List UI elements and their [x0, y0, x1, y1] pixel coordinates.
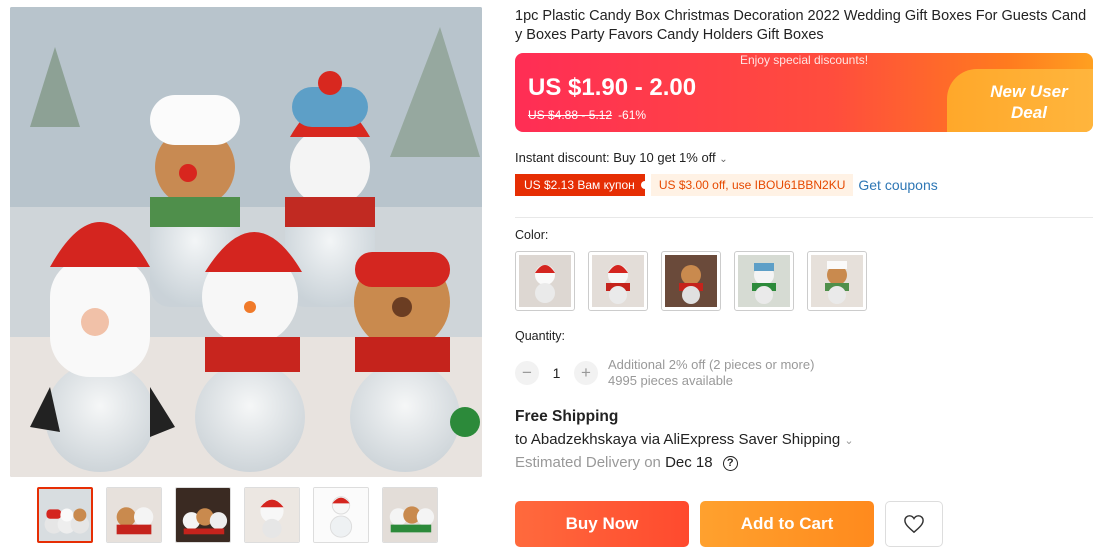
- shipping-line-text: to Abadzekhskaya via AliExpress Saver Sh…: [515, 431, 841, 448]
- quantity-bulk-discount: Additional 2% off (2 pieces or more): [608, 357, 815, 372]
- christmas-candy-jars-photo: [10, 7, 482, 477]
- price-banner: Enjoy special discounts!: [739, 53, 869, 67]
- thumbnail-1[interactable]: [37, 487, 93, 543]
- current-price: US $1.90 - 2.00: [528, 74, 697, 101]
- quantity-plus-button[interactable]: +: [574, 361, 598, 385]
- wishlist-button[interactable]: [885, 501, 943, 547]
- quantity-minus-button[interactable]: −: [515, 361, 539, 385]
- new-user-deal-badge: New User Deal: [947, 69, 1093, 132]
- chevron-down-icon: ⌄: [844, 435, 854, 447]
- thumbnail-6[interactable]: [382, 487, 438, 543]
- price-panel: Enjoy special discounts! US $1.90 - 2.00…: [515, 53, 1093, 132]
- estimated-delivery-label: Estimated Delivery on: [515, 454, 661, 471]
- original-price-value: US $4.88 - 5.12: [528, 108, 613, 122]
- thumbnail-3[interactable]: [175, 487, 231, 543]
- thumbnail-strip: [37, 487, 438, 543]
- help-icon[interactable]: ?: [722, 456, 738, 471]
- thumbnail-5[interactable]: [313, 487, 369, 543]
- quantity-label: Quantity:: [515, 329, 566, 343]
- color-label: Color:: [515, 228, 549, 242]
- instant-discount[interactable]: Instant discount: Buy 10 get 1% off ⌄: [515, 150, 1093, 165]
- section-divider: [515, 217, 1093, 218]
- buy-now-button[interactable]: Buy Now: [515, 501, 689, 547]
- action-buttons: Buy Now Add to Cart: [515, 501, 943, 547]
- new-user-deal-label: New User Deal: [990, 82, 1068, 122]
- instant-discount-text: Instant discount: Buy 10 get 1% off: [515, 150, 716, 165]
- chevron-down-icon: ⌄: [719, 154, 728, 165]
- product-info: 1pc Plastic Candy Box Christmas Decorati…: [515, 7, 1093, 471]
- coupon-badge-code[interactable]: US $3.00 off, use IBOU61BBN2KU: [650, 174, 854, 196]
- original-price: US $4.88 - 5.12 -61%: [528, 108, 646, 122]
- quantity-available: 4995 pieces available: [608, 373, 734, 388]
- estimated-delivery: Estimated Delivery on Dec 18 ?: [515, 454, 1093, 471]
- product-gallery: [10, 7, 482, 477]
- product-title: 1pc Plastic Candy Box Christmas Decorati…: [515, 8, 1087, 43]
- color-option-1[interactable]: [515, 251, 575, 311]
- coupon-row: US $2.13 Вам купон US $3.00 off, use IBO…: [515, 174, 1093, 196]
- shipping-destination[interactable]: to Abadzekhskaya via AliExpress Saver Sh…: [515, 431, 1093, 448]
- add-to-cart-button[interactable]: Add to Cart: [700, 501, 874, 547]
- coupon-badge-red[interactable]: US $2.13 Вам купон: [515, 174, 649, 196]
- shipping-title: Free Shipping: [515, 408, 619, 425]
- quantity-stepper: − 1 + Additional 2% off (2 pieces or mor…: [515, 357, 1093, 389]
- color-option-2[interactable]: [588, 251, 648, 311]
- get-coupons-link[interactable]: Get coupons: [858, 177, 937, 193]
- main-product-image[interactable]: [10, 7, 482, 477]
- color-option-5[interactable]: [807, 251, 867, 311]
- heart-icon: [904, 515, 924, 534]
- color-option-4[interactable]: [734, 251, 794, 311]
- quantity-input[interactable]: 1: [539, 365, 574, 381]
- discount-percent: -61%: [618, 108, 647, 122]
- thumbnail-2[interactable]: [106, 487, 162, 543]
- thumbnail-4[interactable]: [244, 487, 300, 543]
- color-swatches: [515, 251, 1093, 311]
- delivery-date: Dec 18: [665, 454, 713, 471]
- quantity-note: Additional 2% off (2 pieces or more) 499…: [608, 357, 814, 389]
- color-option-3[interactable]: [661, 251, 721, 311]
